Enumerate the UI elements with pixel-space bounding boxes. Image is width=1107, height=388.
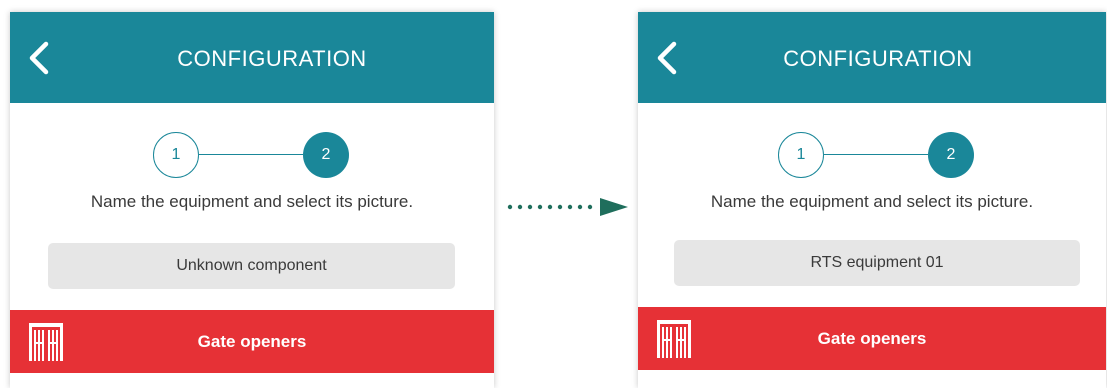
app-header: CONFIGURATION xyxy=(10,12,494,103)
category-label: Gate openers xyxy=(817,329,927,348)
instruction-text: Name the equipment and select its pictur… xyxy=(90,192,414,211)
step-connector-line xyxy=(824,154,928,155)
screen-after: CONFIGURATION 1 2 Name the equipment and… xyxy=(638,12,1106,388)
category-gate-openers[interactable]: Gate openers xyxy=(10,310,494,373)
page-title: CONFIGURATION xyxy=(177,46,367,71)
step-indicator: 1 2 xyxy=(778,132,974,178)
category-gate-openers[interactable]: Gate openers xyxy=(638,307,1106,370)
category-label: Gate openers xyxy=(197,332,307,351)
page-title: CONFIGURATION xyxy=(783,46,973,71)
dotted-arrow-right-icon xyxy=(506,197,630,217)
equipment-name-input[interactable] xyxy=(674,240,1080,286)
step-2-active: 2 xyxy=(303,132,349,178)
screen-before: CONFIGURATION 1 2 Name the equipment and… xyxy=(10,12,494,388)
step-connector-line xyxy=(199,154,303,155)
step-2-active: 2 xyxy=(928,132,974,178)
step-1: 1 xyxy=(778,132,824,178)
equipment-name-input[interactable] xyxy=(48,243,455,289)
step-1: 1 xyxy=(153,132,199,178)
app-header: CONFIGURATION xyxy=(638,12,1106,103)
step-indicator: 1 2 xyxy=(153,132,349,178)
instruction-text: Name the equipment and select its pictur… xyxy=(710,192,1034,211)
